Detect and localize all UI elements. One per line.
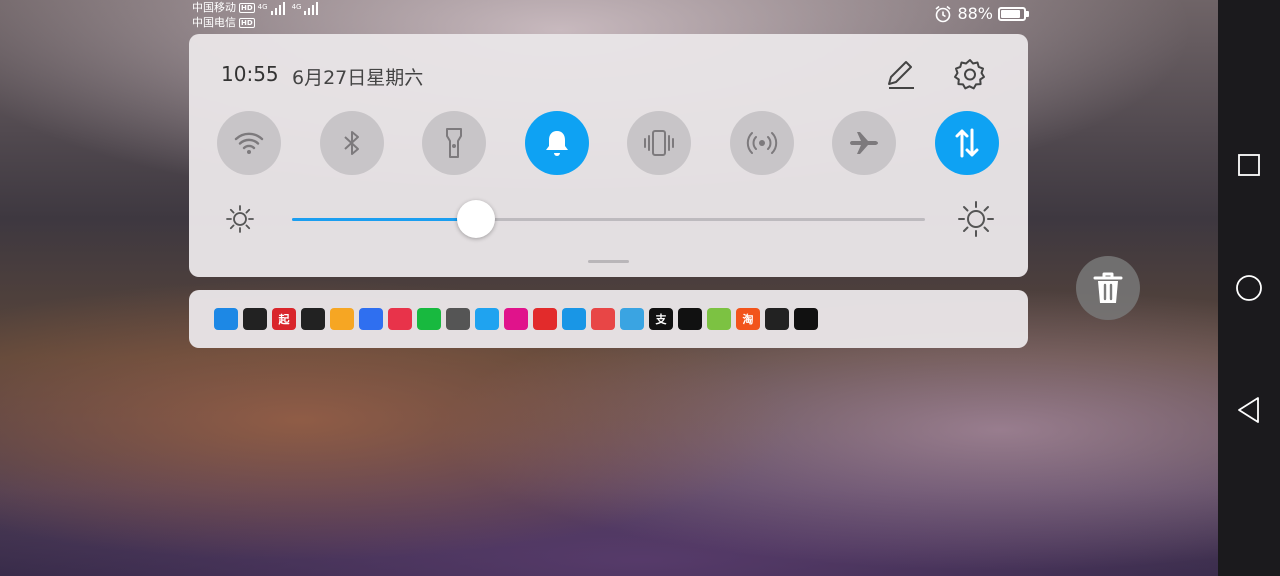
hd-badge-2: HD <box>239 17 255 28</box>
brightness-high-icon <box>958 201 994 237</box>
app-icon-baidu <box>359 308 383 330</box>
battery-icon <box>998 6 1029 21</box>
toggle-mobile-data[interactable] <box>935 111 999 175</box>
app-icon-chat-bubble <box>794 308 818 330</box>
app-icon-wechat <box>301 308 325 330</box>
battery-fill <box>1001 9 1021 18</box>
toggle-bluetooth[interactable] <box>320 111 384 175</box>
toggle-wifi[interactable] <box>217 111 281 175</box>
recents-button[interactable] <box>1232 148 1266 182</box>
carrier-row-1: 中国移动 HD 4G 4G <box>192 0 322 15</box>
status-bar-left: 中国移动 HD 4G 4G 中国电信 HD <box>192 0 322 30</box>
network-type-label-2: 4G <box>291 3 302 11</box>
app-icon-iqiyi <box>417 308 441 330</box>
app-icon-glyph: 淘 <box>742 313 754 326</box>
app-icon-hexagon-app <box>765 308 789 330</box>
toggle-flashlight[interactable] <box>422 111 486 175</box>
app-icon-cloud <box>243 308 267 330</box>
carrier-2-label: 中国电信 <box>192 16 236 29</box>
gear-icon <box>954 59 985 90</box>
carrier-row-2: 中国电信 HD <box>192 15 322 30</box>
app-icon-alipay: 支 <box>649 308 673 330</box>
vibrate-icon <box>644 130 674 156</box>
trash-icon <box>1093 272 1123 303</box>
circle-icon <box>1236 275 1262 301</box>
app-icon-telegram <box>620 308 644 330</box>
app-icon-green-app <box>707 308 731 330</box>
brightness-low-icon <box>226 205 254 233</box>
alarm-clock-icon <box>935 5 951 22</box>
brightness-slider-fill <box>292 218 476 221</box>
notification-app-icons: 起支淘 <box>214 308 818 330</box>
bell-icon <box>546 131 568 156</box>
navigation-bar <box>1218 0 1280 576</box>
status-bar-right: 88% <box>934 4 1029 23</box>
square-icon <box>1238 154 1260 176</box>
toggle-row <box>217 111 1000 175</box>
triangle-back-icon <box>1238 397 1259 423</box>
brightness-row <box>189 194 1028 244</box>
app-icon-weibo <box>330 308 354 330</box>
app-icon-huawei-appgallery <box>678 308 702 330</box>
app-icon-taobao: 淘 <box>736 308 760 330</box>
clear-all-button[interactable] <box>1076 256 1140 320</box>
app-icon-magenta-app <box>504 308 528 330</box>
bluetooth-icon <box>344 131 359 155</box>
app-icon-netease-music <box>533 308 557 330</box>
pencil-icon <box>888 61 914 89</box>
app-icon-blue-circle <box>562 308 586 330</box>
wifi-icon <box>234 132 264 154</box>
signal-icon-2 <box>304 1 319 15</box>
toggle-hotspot[interactable] <box>730 111 794 175</box>
edit-button[interactable] <box>881 54 921 94</box>
back-button[interactable] <box>1232 393 1266 427</box>
airplane-icon <box>850 132 878 154</box>
notification-bar[interactable]: 起支淘 <box>189 290 1028 348</box>
app-icon-video <box>388 308 412 330</box>
carrier-1-label: 中国移动 <box>192 1 236 14</box>
toggle-airplane[interactable] <box>832 111 896 175</box>
clock-date: 6月27日星期六 <box>292 67 424 89</box>
network-type-label: 4G <box>257 3 268 11</box>
home-button[interactable] <box>1232 271 1266 305</box>
flashlight-icon <box>446 128 462 158</box>
app-icon-globe <box>446 308 470 330</box>
toggle-sound[interactable] <box>525 111 589 175</box>
battery-percent: 88% <box>957 4 993 23</box>
app-icon-youku <box>475 308 499 330</box>
brightness-slider[interactable] <box>292 200 925 238</box>
hd-badge: HD <box>239 2 255 13</box>
app-icon-browser <box>214 308 238 330</box>
app-icon-red-book <box>591 308 615 330</box>
app-icon-qidian: 起 <box>272 308 296 330</box>
clock-time: 10:55 <box>221 62 279 86</box>
panel-drag-handle[interactable] <box>588 260 629 263</box>
settings-button[interactable] <box>950 54 990 94</box>
app-icon-glyph: 支 <box>655 313 667 326</box>
brightness-slider-thumb[interactable] <box>456 200 495 238</box>
toggle-vibrate[interactable] <box>627 111 691 175</box>
data-arrows-icon <box>955 128 979 158</box>
hotspot-icon <box>746 132 778 154</box>
signal-icon <box>270 1 285 15</box>
quick-settings-panel: 10:55 6月27日星期六 <box>189 34 1028 277</box>
app-icon-glyph: 起 <box>278 313 290 326</box>
